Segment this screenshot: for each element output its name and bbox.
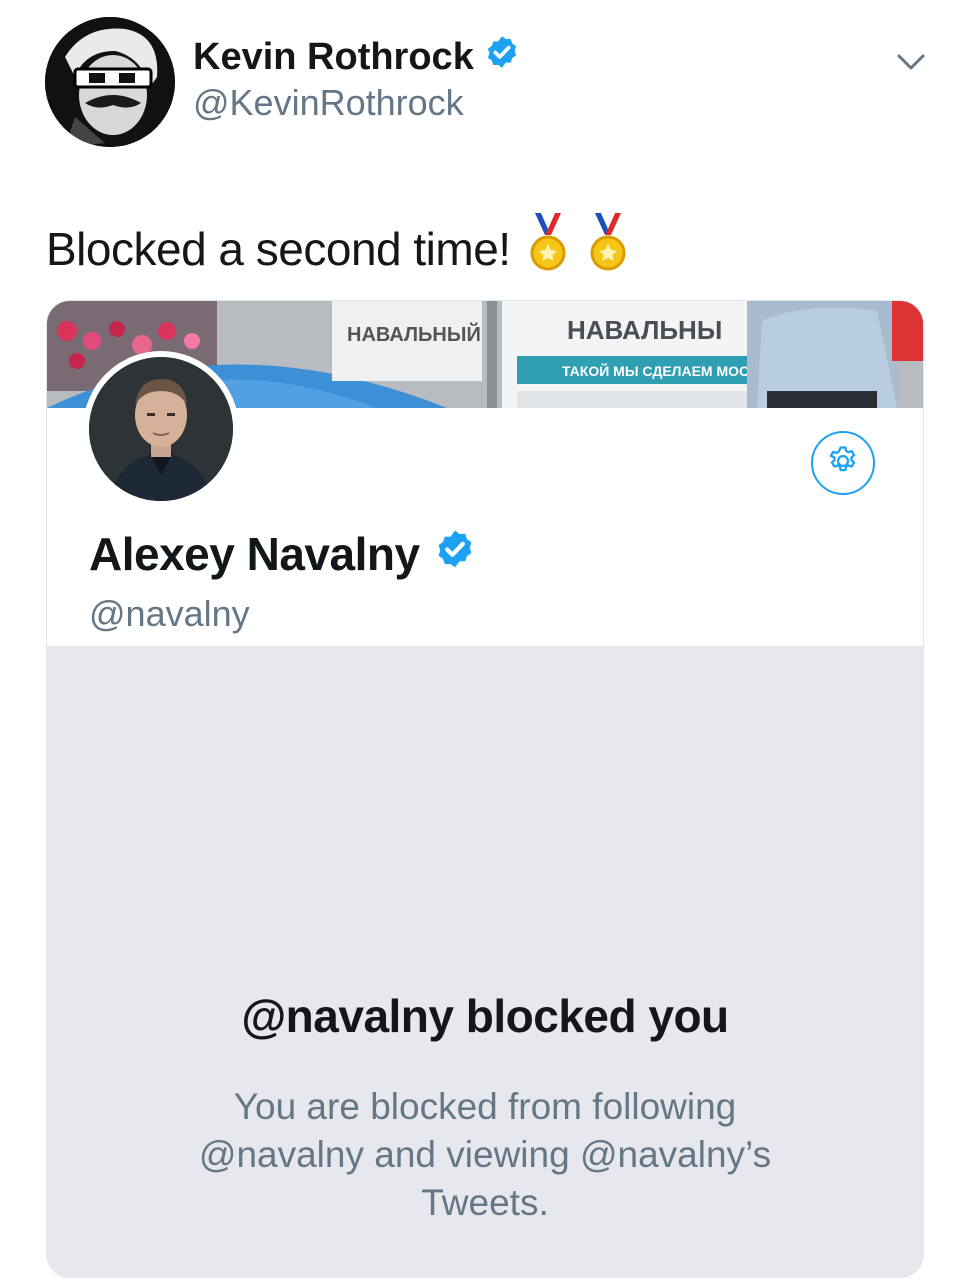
- gear-icon: [826, 444, 860, 483]
- author-name-text: Kevin Rothrock: [193, 35, 474, 78]
- profile-name-text: Alexey Navalny: [89, 528, 420, 580]
- chevron-down-icon[interactable]: [893, 44, 929, 80]
- medal-icon: [585, 213, 631, 284]
- tweet-text: Blocked a second time!: [46, 213, 631, 284]
- author-handle[interactable]: @KevinRothrock: [193, 82, 464, 124]
- banner-sign-2: НАВАЛЬНЫ: [567, 315, 722, 345]
- author-name[interactable]: Kevin Rothrock: [193, 34, 520, 80]
- tweet-text-content: Blocked a second time!: [46, 222, 511, 275]
- profile-avatar[interactable]: [83, 351, 239, 507]
- profile-name[interactable]: Alexey Navalny: [89, 527, 476, 581]
- banner-sign-1: НАВАЛЬНЫЙ: [347, 322, 481, 346]
- blocked-message: You are blocked from following @navalny …: [198, 1086, 772, 1223]
- medal-icon: [525, 213, 571, 284]
- blocked-title: @navalny blocked you: [241, 990, 729, 1042]
- settings-button[interactable]: [811, 431, 875, 495]
- profile-avatar-image: [89, 357, 233, 501]
- profile-card[interactable]: НАВАЛЬНЫЙ НАВАЛЬНЫ ТАКОЙ МЫ СДЕЛАЕМ МОСК: [46, 300, 924, 1278]
- verified-badge-icon: [434, 527, 476, 581]
- banner-sign-3: ТАКОЙ МЫ СДЕЛАЕМ МОСК: [562, 362, 758, 379]
- profile-handle[interactable]: @navalny: [89, 593, 250, 635]
- author-avatar[interactable]: [45, 17, 175, 147]
- verified-badge-icon: [484, 34, 520, 80]
